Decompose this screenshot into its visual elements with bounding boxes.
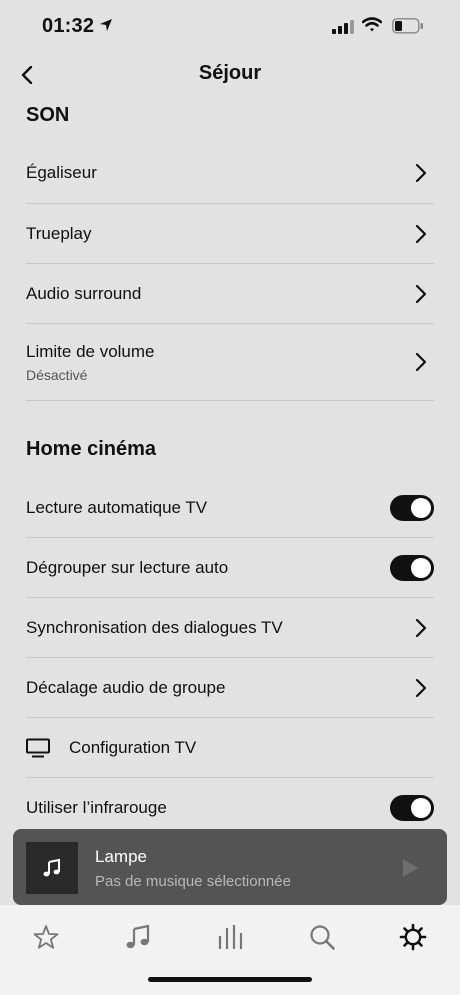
row-label: Lecture automatique TV bbox=[26, 497, 208, 517]
section-heading-home-cinema: Home cinéma bbox=[26, 438, 157, 460]
tab-search[interactable] bbox=[302, 917, 342, 957]
now-playing-bar[interactable]: Lampe Pas de musique sélectionnée bbox=[13, 829, 447, 905]
row-trueplay[interactable]: Trueplay bbox=[26, 204, 434, 264]
row-sublabel: Désactivé bbox=[26, 366, 88, 383]
tv-icon bbox=[26, 738, 50, 757]
chevron-right-icon bbox=[415, 284, 427, 303]
row-label: Audio surround bbox=[26, 283, 142, 303]
toggle-knob bbox=[411, 798, 431, 818]
album-art bbox=[26, 842, 78, 894]
row-ungroup-autoplay: Dégrouper sur lecture auto bbox=[26, 538, 434, 598]
row-audio-surround[interactable]: Audio surround bbox=[26, 264, 434, 324]
status-time: 01:32 bbox=[42, 15, 95, 37]
toggle-knob bbox=[411, 497, 431, 518]
wifi-icon bbox=[362, 17, 382, 32]
chevron-right-icon bbox=[415, 678, 427, 697]
row-label: Limite de volume bbox=[26, 341, 155, 361]
toggle-knob bbox=[411, 557, 431, 578]
infrared-toggle[interactable] bbox=[390, 795, 434, 821]
tab-rooms[interactable] bbox=[210, 917, 250, 957]
now-playing-room: Lampe bbox=[95, 847, 147, 866]
row-label: Dégrouper sur lecture auto bbox=[26, 557, 229, 577]
row-label: Utiliser l’infrarouge bbox=[26, 798, 167, 817]
section-heading-son: SON bbox=[26, 104, 70, 126]
status-bar: 01:32 bbox=[0, 0, 460, 52]
row-dialog-sync[interactable]: Synchronisation des dialogues TV bbox=[26, 598, 434, 658]
row-label: Décalage audio de groupe bbox=[26, 677, 226, 697]
home-cinema-settings-list: Lecture automatique TV Dégrouper sur lec… bbox=[26, 478, 434, 838]
row-group-audio-delay[interactable]: Décalage audio de groupe bbox=[26, 658, 434, 718]
play-icon[interactable] bbox=[401, 858, 419, 878]
search-icon bbox=[310, 925, 335, 950]
son-settings-list: Égaliseur Trueplay Audio surround Limite… bbox=[26, 143, 434, 401]
chevron-right-icon bbox=[415, 163, 427, 183]
chevron-right-icon bbox=[415, 618, 427, 637]
ungroup-autoplay-toggle[interactable] bbox=[390, 554, 434, 581]
cellular-signal-icon bbox=[332, 20, 354, 34]
battery-icon bbox=[392, 18, 423, 34]
music-note-icon bbox=[43, 858, 60, 877]
row-label: Synchronisation des dialogues TV bbox=[26, 617, 283, 637]
tab-music[interactable] bbox=[118, 917, 158, 957]
chevron-right-icon bbox=[415, 224, 427, 243]
row-label: Trueplay bbox=[26, 223, 92, 243]
row-label: Égaliseur bbox=[26, 163, 97, 182]
home-indicator bbox=[148, 977, 312, 982]
now-playing-status: Pas de musique sélectionnée bbox=[95, 873, 291, 890]
nav-header: Séjour bbox=[0, 52, 460, 98]
page-title: Séjour bbox=[198, 62, 262, 84]
gear-icon bbox=[399, 923, 427, 951]
row-label: Configuration TV bbox=[69, 737, 197, 757]
row-tv-autoplay: Lecture automatique TV bbox=[26, 478, 434, 538]
star-icon bbox=[33, 925, 59, 949]
chevron-right-icon bbox=[415, 352, 427, 372]
row-tv-setup[interactable]: Configuration TV bbox=[26, 718, 434, 778]
rooms-bars-icon bbox=[218, 925, 243, 949]
row-volume-limit[interactable]: Limite de volume Désactivé bbox=[26, 324, 434, 401]
row-equalizer[interactable]: Égaliseur bbox=[26, 143, 434, 204]
location-arrow-icon bbox=[100, 19, 112, 31]
tab-favorites[interactable] bbox=[26, 917, 66, 957]
music-note-icon bbox=[126, 924, 150, 949]
tv-autoplay-toggle[interactable] bbox=[390, 494, 434, 521]
tab-settings[interactable] bbox=[393, 917, 433, 957]
